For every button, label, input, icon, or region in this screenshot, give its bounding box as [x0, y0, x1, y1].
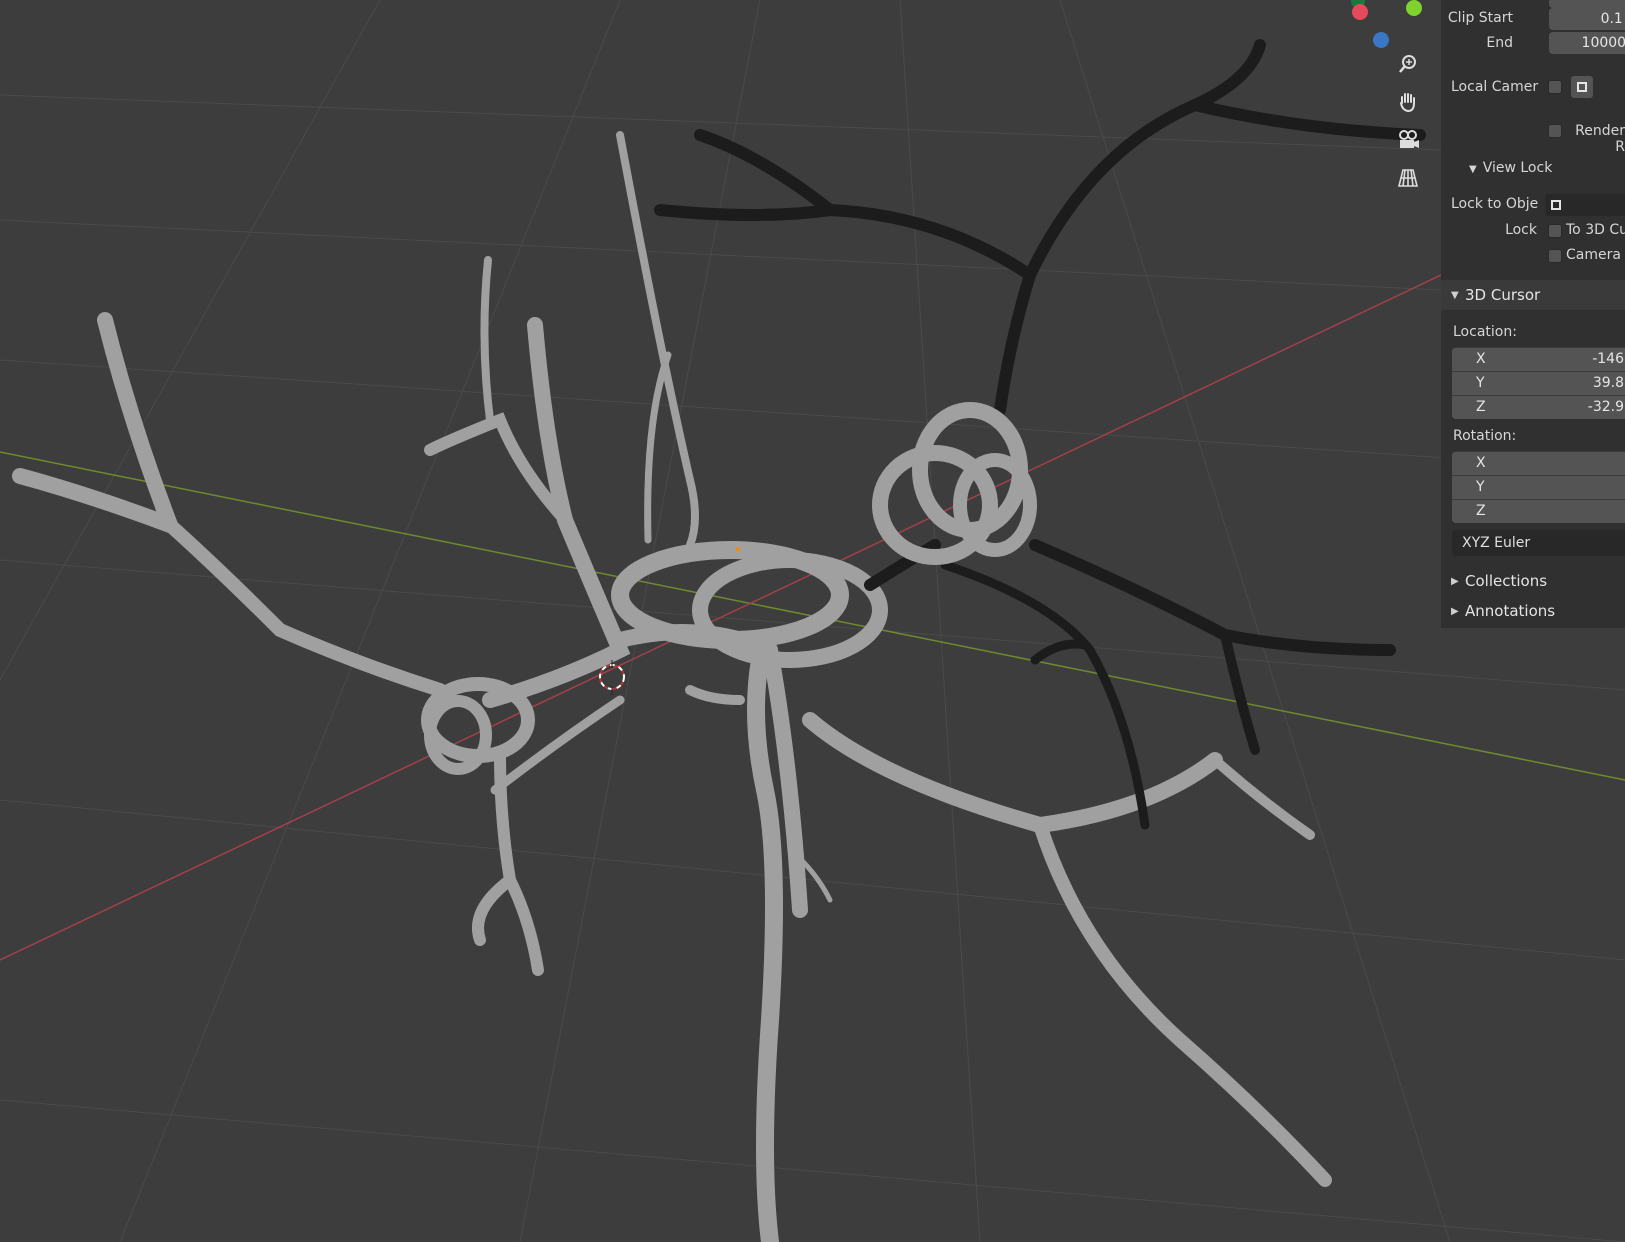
lock-camera-label: Camera — [1566, 247, 1621, 263]
view-lock-header[interactable]: ▼ View Lock — [1469, 160, 1552, 176]
annotations-label: Annotations — [1465, 602, 1556, 620]
lock-label: Lock — [1505, 222, 1537, 238]
gizmo-z-handle[interactable] — [1373, 32, 1389, 48]
rotation-mode-dropdown[interactable]: XYZ Euler — [1452, 530, 1625, 556]
render-region-label: Render R — [1575, 123, 1625, 155]
lock-to-3d-cursor-label: To 3D Cu — [1566, 222, 1625, 238]
axis-label: X — [1476, 351, 1486, 367]
clip-start-field[interactable]: 0.1 c — [1549, 8, 1625, 30]
view-lock-label: View Lock — [1482, 160, 1553, 176]
cursor-location-y[interactable]: Y 39.8 — [1452, 371, 1625, 395]
local-camera-checkbox[interactable] — [1548, 80, 1562, 94]
axis-label: Z — [1476, 399, 1486, 415]
axis-value: 39.8 — [1592, 375, 1624, 391]
expand-arrow-icon: ▶ — [1451, 605, 1459, 617]
lock-to-3d-cursor-checkbox[interactable] — [1548, 224, 1562, 238]
cursor-location-z[interactable]: Z -32.9 — [1452, 395, 1625, 419]
axis-label: Y — [1476, 479, 1485, 495]
collapse-arrow-icon: ▼ — [1469, 164, 1477, 175]
clip-start-top-field[interactable] — [1549, 0, 1625, 8]
sidebar-properties-panel: Clip Start 0.1 c End 100000 Local Camer … — [1441, 0, 1625, 628]
cursor-rotation-z[interactable]: Z — [1452, 499, 1625, 523]
lock-to-object-field[interactable] — [1545, 194, 1625, 216]
hand-pan-icon[interactable] — [1397, 91, 1431, 125]
tree-mesh — [12, 131, 1332, 1242]
axis-label: Y — [1476, 375, 1485, 391]
3d-viewport[interactable] — [0, 0, 1625, 1242]
camera-icon[interactable] — [1397, 129, 1431, 163]
zoom-icon[interactable] — [1397, 53, 1431, 87]
origin-point — [736, 547, 740, 551]
x-axis-line — [0, 274, 1442, 961]
3d-cursor-label: 3D Cursor — [1465, 286, 1541, 304]
clip-start-label: Clip Start — [1447, 10, 1513, 26]
grid-perspective-icon[interactable] — [1397, 167, 1431, 201]
clip-end-label: End — [1486, 35, 1513, 51]
navigation-gizmo[interactable] — [1322, 0, 1422, 50]
render-region-checkbox[interactable] — [1548, 124, 1562, 138]
axis-value: -146 — [1592, 351, 1624, 367]
viewport-scene — [0, 0, 1625, 1242]
collections-label: Collections — [1465, 572, 1548, 590]
collapse-arrow-icon: ▼ — [1451, 289, 1459, 301]
cursor-rotation-x[interactable]: X — [1452, 451, 1625, 475]
cursor-location-x[interactable]: X -146 — [1452, 347, 1625, 371]
expand-arrow-icon: ▶ — [1451, 575, 1459, 587]
clip-end-field[interactable]: 100000 — [1549, 32, 1625, 54]
cursor-rotation-y[interactable]: Y — [1452, 475, 1625, 499]
3d-cursor-section-header[interactable]: ▼ 3D Cursor — [1441, 280, 1625, 310]
axis-value: -32.9 — [1587, 399, 1624, 415]
lock-to-object-label: Lock to Obje — [1451, 196, 1539, 212]
local-camera-object-field[interactable] — [1571, 76, 1593, 98]
location-label: Location: — [1453, 324, 1517, 340]
axis-label: Z — [1476, 503, 1486, 519]
gizmo-y-handle[interactable] — [1406, 0, 1422, 16]
knot-ring — [872, 402, 1037, 565]
object-icon — [1577, 82, 1587, 92]
annotations-section-header[interactable]: ▶ Annotations — [1441, 596, 1625, 626]
gizmo-neg-x-handle[interactable] — [1352, 4, 1368, 20]
local-camera-label: Local Camer — [1451, 79, 1539, 95]
lock-camera-checkbox[interactable] — [1548, 249, 1562, 263]
object-icon — [1551, 200, 1561, 210]
collections-section-header[interactable]: ▶ Collections — [1441, 566, 1625, 596]
rotation-label: Rotation: — [1453, 428, 1517, 444]
axis-label: X — [1476, 455, 1486, 471]
